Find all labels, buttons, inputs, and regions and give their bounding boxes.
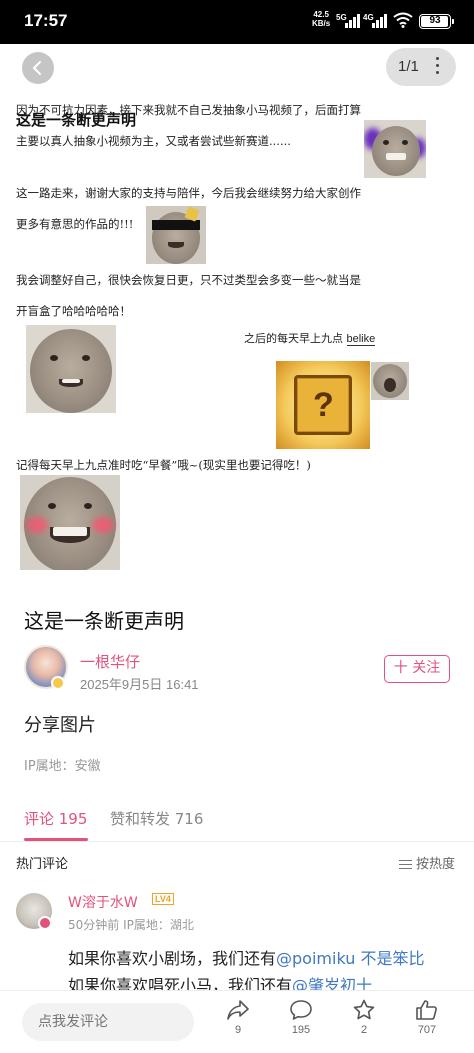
like-count: 707 [417, 1024, 437, 1036]
like-button[interactable]: 707 [407, 999, 447, 1036]
favorite-count: 2 [360, 1024, 368, 1036]
cat-blush-meme-image [20, 475, 120, 570]
image-text-line: 开盲盒了哈哈哈哈哈！ [16, 304, 131, 318]
follow-button[interactable]: 十 关注 [384, 655, 450, 683]
more-options-icon[interactable] [436, 57, 440, 78]
comment-input[interactable] [22, 1003, 194, 1041]
cat-smile-meme-image [26, 325, 116, 413]
user-level-badge: LV4 [152, 893, 174, 905]
chevron-left-icon [33, 61, 41, 75]
mention-link[interactable]: @poimiku 不是笨比 [276, 949, 424, 968]
tab-comments[interactable]: 评论 195 [24, 808, 87, 829]
cat-scream-meme-image [371, 362, 409, 400]
comment-button[interactable]: 195 [281, 999, 321, 1036]
image-text-line: 记得每天早上九点准时吃“早餐”哦~(现实里也要记得吃！) [16, 458, 311, 472]
post-body: 分享图片 [24, 715, 96, 736]
image-caption: 之后的每天早上九点 belike [244, 332, 376, 346]
comment-meta: 50分钟前 IP属地：湖北 [68, 918, 194, 932]
verified-badge-icon [51, 676, 65, 690]
image-text-line: 主要以真人抽象小视频为主，又或者尝试些新赛道...... [16, 134, 291, 148]
image-text-line: 我会调整好自己，很快会恢复日更，只不过类型会多变一些～就当是 [16, 273, 361, 287]
lucky-box-image: ? [276, 361, 370, 449]
network-speed: 42.5 KB/s [312, 10, 331, 28]
share-button[interactable]: 9 [218, 999, 258, 1036]
favorite-button[interactable]: 2 [344, 999, 384, 1036]
sort-icon [399, 857, 412, 872]
cat-sunglasses-meme-image [146, 206, 206, 264]
tab-likes-reposts[interactable]: 赞和转发 716 [110, 808, 203, 829]
active-tab-indicator [24, 838, 88, 841]
signal-icon-2 [372, 14, 388, 28]
status-bar: 17:57 42.5 KB/s 5G 4G 93 [0, 0, 474, 44]
comment-text-line: 如果你喜欢小剧场，我们还有@poimiku 不是笨比 [68, 949, 425, 968]
cat-meme-image [364, 120, 426, 178]
signal-icon [345, 14, 361, 28]
hot-comments-heading: 热门评论 [16, 857, 69, 872]
image-text-line: 这一路走来，谢谢大家的支持与陪伴，今后我会继续努力给大家创作 [16, 186, 361, 200]
thumbs-up-icon [416, 1000, 437, 1020]
share-count: 9 [234, 1024, 242, 1036]
post-image[interactable]: 这是一条断更声明 因为不可抗力因素，接下来我就不自己发抽象小马视频了，后面打算 … [0, 44, 474, 584]
image-text-line: 因为不可抗力因素，接下来我就不自己发抽象小马视频了，后面打算 [16, 103, 361, 117]
comment-icon [290, 1000, 312, 1020]
page-counter-label: 1/1 [398, 58, 419, 75]
back-button[interactable] [22, 52, 54, 84]
clock: 17:57 [24, 11, 68, 30]
ip-location: IP属地：安徽 [24, 759, 101, 774]
comment-count: 195 [291, 1024, 311, 1036]
post-title: 这是一条断更声明 [24, 609, 184, 633]
author-name[interactable]: 一根华仔 [80, 651, 140, 672]
sort-by-heat-button[interactable]: 按热度 [399, 853, 455, 872]
image-text-line: 更多有意思的作品的!!! [16, 217, 134, 231]
post-timestamp: 2025年9月5日 16:41 [80, 677, 199, 692]
commenter-name[interactable]: W溶于水W [68, 892, 138, 912]
comment-tabs: 评论 195 赞和转发 716 [0, 800, 474, 842]
commenter-badge-icon [38, 916, 52, 930]
image-page-counter[interactable]: 1/1 [386, 48, 456, 86]
star-icon [353, 999, 375, 1020]
battery-level: 93 [429, 15, 441, 26]
share-icon [227, 1000, 249, 1020]
bottom-action-bar: 9 195 2 707 [0, 990, 474, 1053]
battery-icon: 93 [419, 14, 451, 29]
wifi-icon [393, 12, 413, 28]
